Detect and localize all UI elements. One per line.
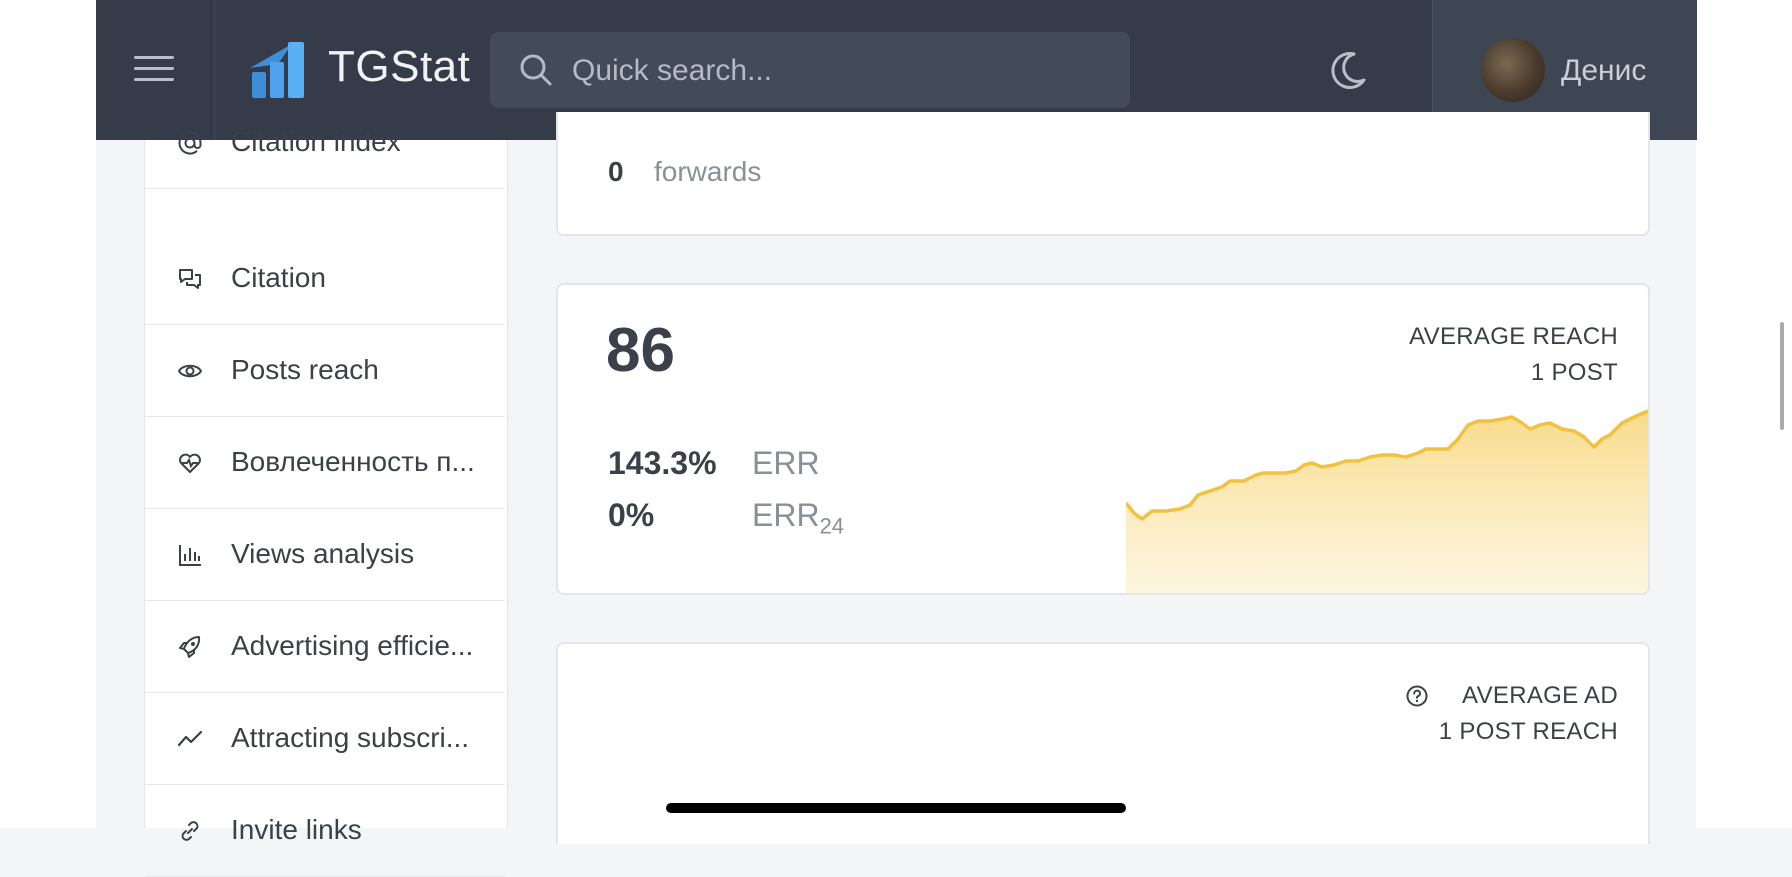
sidebar-item-invite-links[interactable]: Invite links [145, 784, 505, 877]
sidebar-item-label: Вовлеченность п... [231, 446, 475, 477]
chat-bubbles-icon [179, 269, 201, 289]
search-box[interactable] [490, 32, 1130, 110]
trending-line-icon [177, 730, 203, 747]
average-reach-value: 86 [606, 316, 675, 385]
average-ad-reach-title-line1: AVERAGE AD [1462, 682, 1618, 709]
eye-icon [177, 364, 203, 378]
err24-value: 0% [608, 497, 655, 533]
average-ad-reach-card: AVERAGE AD 1 POST REACH [556, 642, 1650, 844]
sidebar-item-label: Attracting subscri... [231, 722, 470, 753]
dark-mode-moon-icon[interactable] [1326, 48, 1370, 92]
sidebar: Citation index Citation Posts reach Вовл… [144, 126, 508, 877]
reach-sparkline [1126, 409, 1648, 593]
forwards-value: 0 [608, 156, 624, 187]
sidebar-item-views-analysis[interactable]: Views analysis [145, 508, 505, 601]
sidebar-item-citation[interactable]: Citation [145, 232, 505, 325]
sidebar-item-label: Citation [231, 262, 326, 293]
err-label: ERR [752, 445, 820, 481]
err-value: 143.3% [608, 445, 717, 481]
home-indicator-bar[interactable] [666, 803, 1126, 813]
sidebar-item-advertising-efficiency[interactable]: Advertising efficie... [145, 600, 505, 693]
hamburger-menu-icon[interactable] [134, 56, 174, 84]
average-reach-card: 86 AVERAGE REACH 1 POST 143.3% ERR 0% ER… [556, 283, 1650, 595]
sidebar-item-label: Advertising efficie... [231, 630, 474, 661]
sidebar-item-citation-index[interactable]: Citation index [145, 96, 505, 189]
err24-label: ERR24 [752, 497, 845, 539]
search-icon [520, 54, 552, 86]
sidebar-item-label: Views analysis [231, 538, 415, 569]
sparkline-area [1126, 411, 1648, 593]
forwards-card: 0 forwards [556, 112, 1650, 236]
sidebar-item-label: Posts reach [231, 354, 379, 385]
average-reach-title-line2: 1 POST [1530, 359, 1618, 386]
bar-chart-icon [179, 545, 201, 566]
right-margin [1696, 0, 1792, 828]
at-icon [178, 131, 202, 155]
help-question-icon[interactable] [1405, 684, 1429, 708]
sidebar-item-label: Invite links [231, 814, 362, 845]
average-reach-title-line1: AVERAGE REACH [1409, 323, 1618, 350]
sidebar-item-attracting-subscribers[interactable]: Attracting subscri... [145, 692, 505, 785]
heart-pulse-icon [179, 453, 201, 473]
average-ad-reach-title-line2: 1 POST REACH [1438, 718, 1618, 745]
avatar[interactable] [1481, 38, 1545, 102]
brand-name[interactable]: TGStat [328, 42, 470, 92]
tgstat-logo-icon[interactable] [248, 38, 310, 100]
average-ad-reach-title: AVERAGE AD 1 POST REACH [1406, 678, 1618, 750]
search-input[interactable] [570, 32, 1114, 110]
rocket-icon [179, 636, 201, 658]
link-icon [181, 821, 199, 841]
sidebar-item-posts-reach[interactable]: Posts reach [145, 324, 505, 417]
average-reach-title: AVERAGE REACH 1 POST [1409, 319, 1618, 391]
user-name[interactable]: Денис [1561, 54, 1646, 88]
sidebar-item-engagement[interactable]: Вовлеченность п... [145, 416, 505, 509]
scrollbar-thumb[interactable] [1780, 322, 1784, 430]
left-margin [0, 0, 96, 828]
forwards-label: forwards [654, 156, 762, 187]
sidebar-item-label: Citation index [231, 126, 401, 157]
